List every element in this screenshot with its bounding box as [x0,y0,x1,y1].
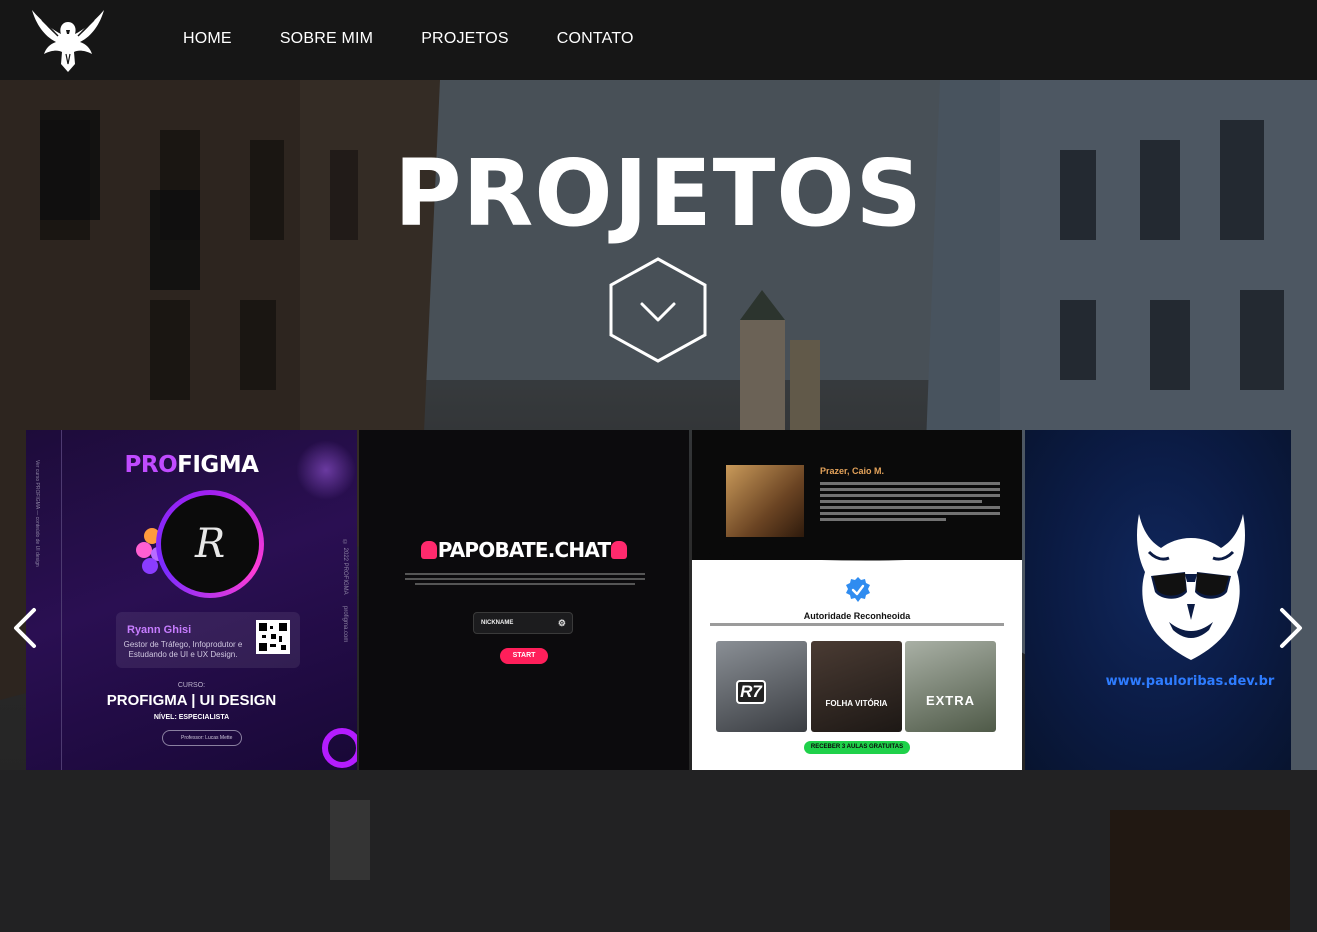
wave-divider [692,538,1022,561]
gear-icon[interactable]: ⚙ [558,613,566,633]
project-slide-pauloribas[interactable]: www.pauloribas.dev.br [1025,430,1291,770]
monogram: R [161,495,259,593]
start-button[interactable]: START [500,648,548,664]
nav-sobre-mim-link[interactable]: SOBRE MIM [280,30,373,48]
owl-logo-icon [1137,514,1245,660]
chevron-down-icon [609,257,707,363]
student-card: Ryann Ghisi Gestor de Tráfego, Infoprodu… [116,612,300,668]
media-card-r7: R7 [716,641,807,732]
papobate-logo: PAPOBATE.CHAT [359,538,689,562]
student-name: Ryann Ghisi [127,624,192,636]
skull-icon [611,541,628,559]
papobate-description [405,570,645,588]
professor-badge: Professor: Lucas Mette [162,730,242,746]
media-card-folha-vitoria: FOLHA VITÓRIA [811,641,902,732]
course-label: CURSO: [177,682,206,689]
project-slide-papobate[interactable]: PAPOBATE.CHAT NICKNAME ⚙ START [359,430,689,770]
page-title: PROJETOS [394,140,923,247]
profigma-copyright: © 2022 PROFIGMA [342,540,348,595]
project-slide-caio[interactable]: Prazer, Caio M. Autoridade Reconheoida R… [692,430,1022,770]
nav-projetos-link[interactable]: PROJETOS [421,30,509,48]
profile-photo [726,465,804,537]
top-navbar: HOME SOBRE MIM PROJETOS CONTATO [0,0,1317,80]
projects-carousel: Ver curso PROFIGMA — conteúdo de UI desi… [0,430,1317,770]
verified-badge-icon [846,577,870,602]
chevron-left-icon [14,608,36,648]
portfolio-url: www.pauloribas.dev.br [1105,674,1275,689]
scroll-down-button[interactable] [606,256,710,364]
media-label: FOLHA VITÓRIA [825,699,888,708]
profigma-logo: PROFIGMA [124,452,259,478]
chevron-right-icon [1280,608,1302,648]
section-title: Autoridade Reconheoida [803,611,911,621]
nickname-input[interactable]: NICKNAME ⚙ [473,612,573,634]
profigma-url: profigma.com [342,606,348,643]
carousel-next-button[interactable] [1276,606,1306,650]
phoenix-logo-icon[interactable] [28,4,108,74]
course-level: NÍVEL: ESPECIALISTA [153,714,230,721]
media-label: EXTRA [925,693,976,708]
student-description: Gestor de Tráfego, Infoprodutor e Estuda… [123,640,243,659]
project-slide-profigma[interactable]: Ver curso PROFIGMA — conteúdo de UI desi… [26,430,357,770]
main-menu: HOME SOBRE MIM PROJETOS CONTATO [183,30,682,48]
nav-home-link[interactable]: HOME [183,30,232,48]
greeting: Prazer, Caio M. [820,466,885,476]
qr-code-icon [256,620,290,654]
media-card-extra: EXTRA [905,641,996,732]
skull-icon [420,541,437,559]
nav-contato-link[interactable]: CONTATO [557,30,634,48]
media-label: R7 [736,680,766,704]
course-title: PROFIGMA | UI DESIGN [106,692,277,709]
carousel-prev-button[interactable] [10,606,40,650]
bio-text [820,482,1000,524]
free-classes-button[interactable]: RECEBER 3 AULAS GRATUITAS [804,741,910,754]
section-subtitle [710,623,1004,626]
avatar-ring: R [156,490,264,598]
